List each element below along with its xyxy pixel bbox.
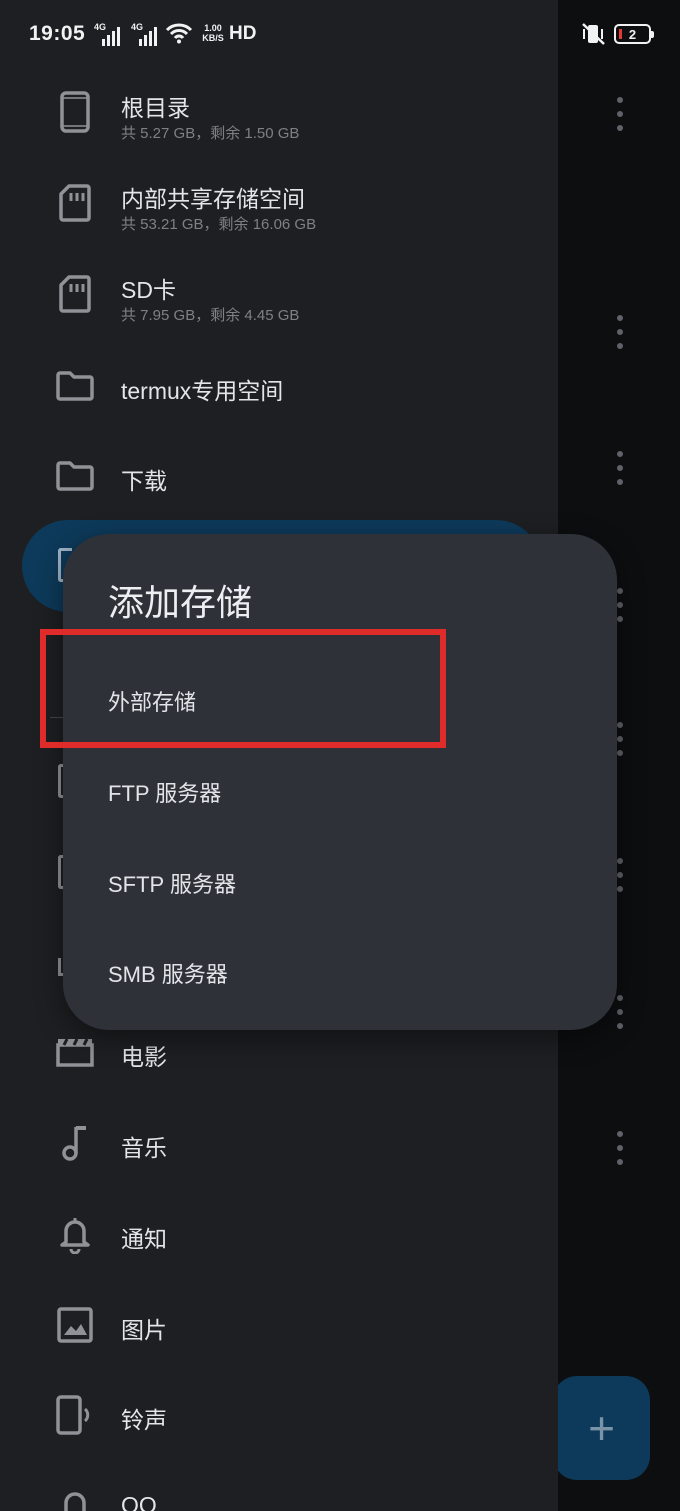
hd-voice-indicator: HD: [229, 23, 257, 44]
drawer-item-title: 铃声: [121, 1407, 167, 1433]
highlight-box: [40, 629, 446, 748]
drawer-item-subtitle: 共 7.95 GB，剩余 4.45 GB: [121, 307, 300, 324]
add-fab-button[interactable]: +: [553, 1376, 650, 1480]
drawer-item-pictures[interactable]: 图片: [0, 1280, 558, 1370]
music-icon: [50, 1120, 100, 1166]
qq-icon: [50, 1483, 100, 1511]
option-ftp-server[interactable]: FTP 服务器: [63, 745, 617, 835]
option-sftp-server[interactable]: SFTP 服务器: [63, 836, 617, 926]
image-icon: [50, 1302, 100, 1348]
option-label: SMB 服务器: [108, 962, 228, 987]
option-smb-server[interactable]: SMB 服务器: [63, 926, 617, 1016]
option-label: SFTP 服务器: [108, 872, 236, 897]
more-vert-icon[interactable]: [614, 451, 626, 485]
drawer-item-title: QQ: [121, 1492, 157, 1511]
drawer-item-title: SD卡: [121, 277, 176, 303]
folder-icon: [50, 453, 100, 499]
drawer-item-ringtones[interactable]: 铃声: [0, 1370, 558, 1460]
drawer-item-qq[interactable]: QQ: [0, 1461, 558, 1511]
wifi-icon: [165, 22, 193, 49]
drawer-item-subtitle: 共 5.27 GB，剩余 1.50 GB: [121, 125, 300, 142]
dialog-title: 添加存储: [108, 582, 253, 623]
movie-icon: [50, 1029, 100, 1075]
more-vert-icon[interactable]: [614, 315, 626, 349]
drawer-item-title: 音乐: [121, 1135, 167, 1161]
more-vert-icon[interactable]: [614, 97, 626, 131]
drawer-item-download[interactable]: 下载: [0, 431, 558, 521]
option-label: FTP 服务器: [108, 781, 222, 806]
status-bar: 19:05 4G 4G 1.00 KB/S HD 2: [0, 0, 680, 70]
add-storage-dialog: 添加存储 外部存储 FTP 服务器 SFTP 服务器 SMB 服务器: [63, 534, 617, 1030]
drawer-item-title: 图片: [121, 1317, 167, 1343]
drawer-item-sd-card[interactable]: SD卡 共 7.95 GB，剩余 4.45 GB: [0, 249, 558, 339]
drawer-item-internal-storage[interactable]: 内部共享存储空间 共 53.21 GB，剩余 16.06 GB: [0, 158, 558, 248]
sd-card-icon: [50, 180, 100, 226]
network-speed: 1.00 KB/S: [199, 23, 227, 43]
more-vert-icon[interactable]: [614, 1131, 626, 1165]
drawer-item-music[interactable]: 音乐: [0, 1098, 558, 1188]
sd-card-icon: [50, 271, 100, 317]
folder-icon: [50, 363, 100, 409]
drawer-item-termux[interactable]: termux专用空间: [0, 341, 558, 431]
drawer-item-title: 电影: [121, 1044, 167, 1070]
vibrate-off-icon: [580, 22, 606, 51]
plus-icon: +: [588, 1402, 615, 1454]
ringtone-icon: [50, 1392, 100, 1438]
drawer-item-title: termux专用空间: [121, 378, 284, 404]
status-time: 19:05: [29, 22, 86, 45]
battery-level: 2: [628, 26, 637, 42]
network-speed-value: 1.00: [204, 23, 222, 33]
battery-icon: 2: [614, 24, 654, 44]
drawer-item-subtitle: 共 53.21 GB，剩余 16.06 GB: [121, 216, 317, 233]
drawer-item-title: 下载: [121, 468, 167, 494]
signal-icon: 4G: [94, 22, 124, 46]
network-speed-unit: KB/S: [202, 33, 224, 43]
drawer-item-title: 内部共享存储空间: [121, 186, 305, 212]
drawer-item-title: 通知: [121, 1226, 167, 1252]
signal-icon: 4G: [131, 22, 161, 46]
phone-icon: [50, 89, 100, 135]
drawer-item-title: 根目录: [121, 95, 190, 121]
bell-icon: [50, 1211, 100, 1257]
drawer-item-notifications[interactable]: 通知: [0, 1189, 558, 1279]
drawer-item-root[interactable]: 根目录 共 5.27 GB，剩余 1.50 GB: [0, 67, 558, 157]
